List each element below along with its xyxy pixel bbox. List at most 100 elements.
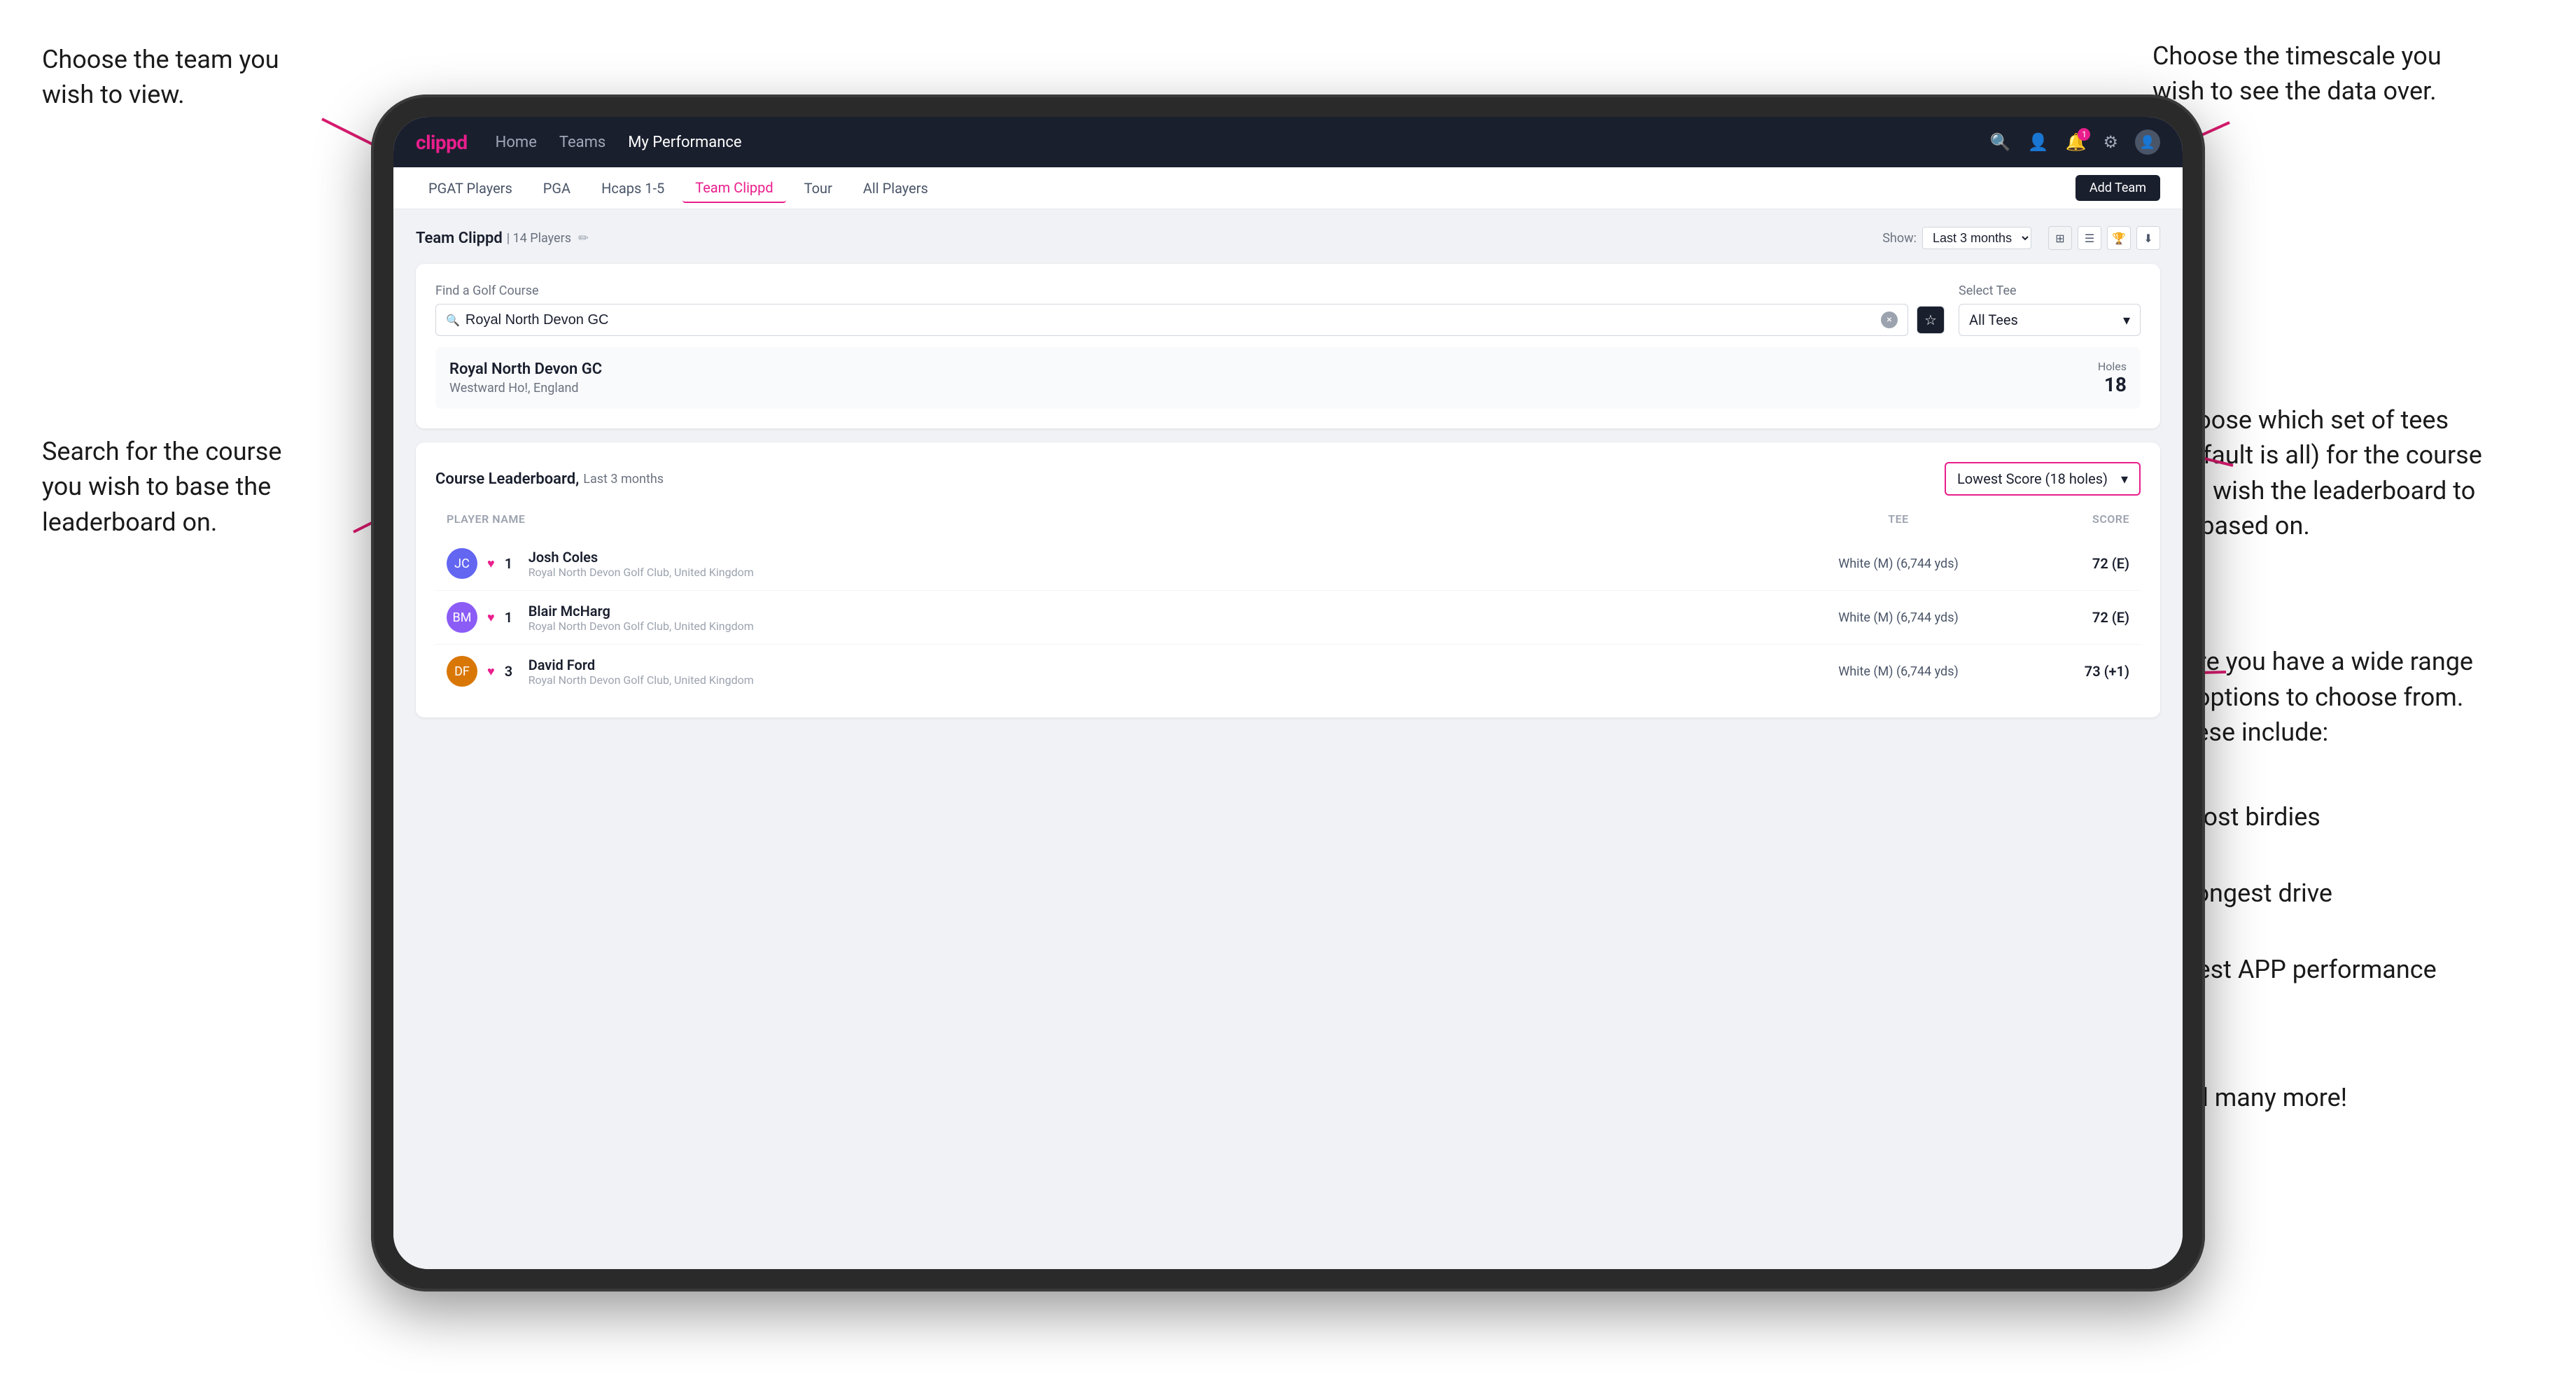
player-tee-2: White (M) (6,744 yds) (1793, 610, 2003, 625)
player-info-1: JC ♥ 1 Josh Coles Royal North Devon Golf… (447, 548, 1793, 579)
nav-home[interactable]: Home (496, 134, 537, 151)
list-view-btn[interactable]: ☰ (2078, 226, 2101, 250)
annotation-bottom-right: Here you have a wide range of options to… (2166, 609, 2510, 1150)
heart-icon-1[interactable]: ♥ (487, 556, 495, 571)
view-icons: ⊞ ☰ 🏆 ⬇ (2048, 226, 2160, 250)
player-score-1: 72 (E) (2003, 555, 2129, 572)
player-club-2: Royal North Devon Golf Club, United King… (528, 620, 754, 633)
col-player-header: PLAYER NAME (447, 512, 1793, 526)
grid-view-btn[interactable]: ⊞ (2048, 226, 2072, 250)
course-name: Royal North Devon GC (449, 360, 602, 378)
nav-teams[interactable]: Teams (559, 134, 606, 151)
table-row: JC ♥ 1 Josh Coles Royal North Devon Golf… (435, 537, 2141, 591)
favourite-btn[interactable]: ☆ (1917, 306, 1945, 334)
tablet-frame: clippd Home Teams My Performance 🔍 👤 🔔 1… (371, 94, 2205, 1292)
heart-icon-2[interactable]: ♥ (487, 610, 495, 625)
show-text: Show: (1882, 231, 1917, 246)
course-search-input[interactable] (465, 312, 1875, 328)
sub-navbar: PGAT Players PGA Hcaps 1-5 Team Clippd T… (393, 167, 2183, 209)
leaderboard-card: Course Leaderboard, Last 3 months Lowest… (416, 442, 2160, 718)
subnav-tour[interactable]: Tour (792, 174, 845, 202)
player-tee-3: White (M) (6,744 yds) (1793, 664, 2003, 679)
bullet-app: Best APP performance (2166, 949, 2510, 990)
player-club-1: Royal North Devon Golf Club, United King… (528, 566, 754, 579)
player-score-3: 73 (+1) (2003, 663, 2129, 680)
tablet-screen: clippd Home Teams My Performance 🔍 👤 🔔 1… (393, 117, 2183, 1269)
heart-icon-3[interactable]: ♥ (487, 664, 495, 679)
subnav-team-clippd[interactable]: Team Clippd (682, 174, 785, 203)
course-info: Royal North Devon GC Westward Ho!, Engla… (449, 360, 602, 396)
player-avatar-3: DF (447, 656, 477, 687)
bullet-birdies: Most birdies (2166, 797, 2510, 837)
course-search-card: Find a Golf Course 🔍 × ☆ Select Tee (416, 264, 2160, 428)
edit-icon[interactable]: ✏ (578, 231, 589, 246)
holes-number: 18 (2098, 373, 2127, 396)
leaderboard-header: Course Leaderboard, Last 3 months Lowest… (435, 462, 2141, 496)
rank-2: 1 (505, 609, 519, 626)
col-tee-header: TEE (1793, 512, 2003, 526)
player-info-2: BM ♥ 1 Blair McHarg Royal North Devon Go… (447, 602, 1793, 633)
subnav-all-players[interactable]: All Players (850, 174, 941, 202)
search-icon-inner: 🔍 (446, 314, 460, 327)
tee-label: Select Tee (1959, 284, 2141, 298)
search-input-wrapper: 🔍 × (435, 304, 1908, 336)
subnav-hcaps[interactable]: Hcaps 1-5 (589, 174, 677, 202)
and-more: and many more! (2166, 1080, 2510, 1115)
bell-icon[interactable]: 🔔 1 (2066, 132, 2087, 152)
player-name-3: David Ford (528, 657, 754, 673)
nav-links: Home Teams My Performance (496, 134, 1962, 151)
player-info-3: DF ♥ 3 David Ford Royal North Devon Golf… (447, 656, 1793, 687)
find-course-label: Find a Golf Course (435, 284, 1945, 298)
player-tee-1: White (M) (6,744 yds) (1793, 556, 2003, 571)
course-result: Royal North Devon GC Westward Ho!, Engla… (435, 347, 2141, 409)
annotation-top-right: Choose the timescale you wish to see the… (2152, 38, 2468, 109)
player-details-2: Blair McHarg Royal North Devon Golf Club… (528, 603, 754, 633)
player-details-3: David Ford Royal North Devon Golf Club, … (528, 657, 754, 687)
search-icon[interactable]: 🔍 (1990, 132, 2011, 152)
tee-chevron: ▾ (2123, 312, 2130, 328)
holes-label: Holes (2098, 360, 2127, 373)
logo: clippd (416, 131, 468, 154)
player-avatar-2: BM (447, 602, 477, 633)
team-count: | 14 Players (507, 231, 571, 246)
clear-search-btn[interactable]: × (1881, 312, 1898, 328)
score-selector-chevron: ▾ (2121, 470, 2128, 487)
subnav-pga[interactable]: PGA (531, 174, 583, 202)
team-header: Team Clippd | 14 Players ✏ Show: Last 3 … (416, 226, 2160, 250)
nav-icons: 🔍 👤 🔔 1 ⚙ 👤 (1990, 130, 2160, 155)
leaderboard-subtitle: Last 3 months (583, 472, 664, 486)
holes-box: Holes 18 (2098, 360, 2127, 396)
download-btn[interactable]: ⬇ (2136, 226, 2160, 250)
col-score-header: SCORE (2003, 512, 2129, 526)
rank-3: 3 (505, 663, 519, 680)
nav-my-performance[interactable]: My Performance (628, 134, 741, 151)
search-row: 🔍 × ☆ (435, 304, 1945, 336)
score-selector[interactable]: Lowest Score (18 holes) ▾ (1945, 462, 2141, 496)
annotation-left: Search for the course you wish to base t… (42, 434, 308, 540)
table-row: DF ♥ 3 David Ford Royal North Devon Golf… (435, 645, 2141, 698)
table-header: PLAYER NAME TEE SCORE (435, 507, 2141, 531)
player-details-1: Josh Coles Royal North Devon Golf Club, … (528, 549, 754, 579)
player-club-3: Royal North Devon Golf Club, United King… (528, 673, 754, 687)
show-label: Show: Last 3 months ⊞ ☰ 🏆 ⬇ (1882, 226, 2160, 250)
annotation-top-left: Choose the team you wish to view. (42, 42, 308, 113)
user-avatar[interactable]: 👤 (2135, 130, 2160, 155)
add-team-button[interactable]: Add Team (2076, 175, 2160, 201)
score-selector-label: Lowest Score (18 holes) (1957, 470, 2108, 487)
settings-icon[interactable]: ⚙ (2103, 132, 2118, 152)
subnav-pgat[interactable]: PGAT Players (416, 174, 525, 202)
people-icon[interactable]: 👤 (2028, 132, 2049, 152)
top-navbar: clippd Home Teams My Performance 🔍 👤 🔔 1… (393, 117, 2183, 167)
table-row: BM ♥ 1 Blair McHarg Royal North Devon Go… (435, 591, 2141, 645)
team-title: Team Clippd (416, 230, 503, 247)
show-select[interactable]: Last 3 months (1922, 227, 2031, 249)
main-content: Team Clippd | 14 Players ✏ Show: Last 3 … (393, 209, 2183, 1269)
rank-1: 1 (505, 555, 519, 572)
player-avatar-1: JC (447, 548, 477, 579)
bullet-drive: Longest drive (2166, 873, 2510, 913)
player-name-1: Josh Coles (528, 549, 754, 566)
bell-badge: 1 (2078, 128, 2090, 141)
player-score-2: 72 (E) (2003, 609, 2129, 626)
trophy-view-btn[interactable]: 🏆 (2107, 226, 2131, 250)
tee-select[interactable]: All Tees ▾ (1959, 304, 2141, 336)
